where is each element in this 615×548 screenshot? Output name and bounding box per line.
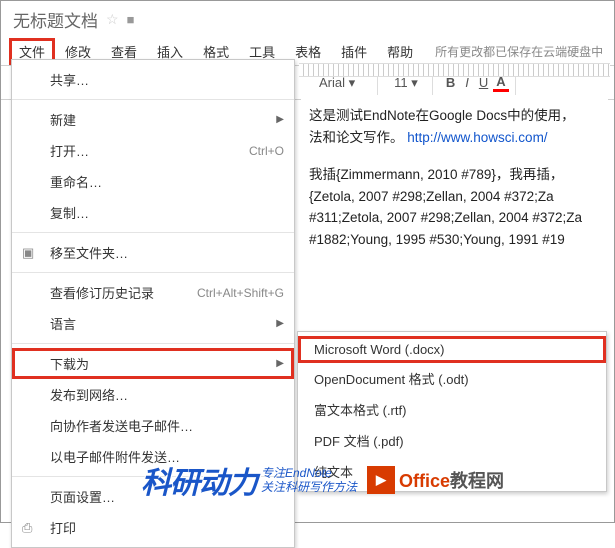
submenu-rtf[interactable]: 富文本格式 (.rtf) [298,394,606,425]
text: 法和论文写作。 [309,130,404,145]
menu-publish[interactable]: 发布到网络… [12,379,294,410]
menu-moveto[interactable]: ▣移至文件夹… [12,237,294,268]
watermark-main: 科研动力 [141,458,257,502]
titlebar: 无标题文档 ☆ ■ [1,1,614,38]
menu-makecopy[interactable]: 复制… [12,197,294,228]
watermark-sub2: 关注科研写作方法 [261,480,357,494]
watermark: 科研动力 专注EndNote 关注科研写作方法 ▶ Office教程网 [141,458,604,502]
office-logo: ▶ Office教程网 [367,466,504,494]
menu-print[interactable]: ⎙打印 [12,512,294,543]
menu-addons[interactable]: 插件 [331,38,377,65]
chevron-right-icon: ▶ [276,358,284,369]
separator [12,232,294,233]
menu-rename[interactable]: 重命名… [12,166,294,197]
print-icon: ⎙ [22,520,32,536]
menu-help[interactable]: 帮助 [377,38,423,65]
menu-downloadas[interactable]: 下载为▶ [12,348,294,379]
watermark-sub1: 专注EndNote [261,466,357,480]
submenu-docx[interactable]: Microsoft Word (.docx) [298,336,606,363]
office-icon: ▶ [367,466,395,494]
menu-revision[interactable]: 查看修订历史记录Ctrl+Alt+Shift+G [12,277,294,308]
star-icon[interactable]: ☆ [106,11,119,28]
folder-icon: ▣ [22,245,34,261]
separator [12,99,294,100]
save-status: 所有更改都已保存在云端硬盘中 [435,43,603,60]
separator [12,343,294,344]
text: 我插{Zimmermann, 2010 #789}，我再插，{Zetola, 2… [309,164,600,250]
folder-icon[interactable]: ■ [127,12,135,27]
chevron-right-icon: ▶ [276,114,284,125]
menu-email-collab[interactable]: 向协作者发送电子邮件… [12,410,294,441]
separator [12,272,294,273]
menu-new[interactable]: 新建▶ [12,104,294,135]
document-title[interactable]: 无标题文档 [13,7,98,32]
text: 这是测试EndNote在Google Docs中的使用， [309,108,575,123]
submenu-pdf[interactable]: PDF 文档 (.pdf) [298,425,606,456]
chevron-right-icon: ▶ [276,318,284,329]
link[interactable]: http://www.howsci.com/ [407,130,547,145]
menu-open[interactable]: 打开…Ctrl+O [12,135,294,166]
ruler [299,63,610,77]
document-content[interactable]: 这是测试EndNote在Google Docs中的使用， 法和论文写作。 htt… [301,95,608,277]
menu-share[interactable]: 共享… [12,64,294,95]
menu-language[interactable]: 语言▶ [12,308,294,339]
submenu-odt[interactable]: OpenDocument 格式 (.odt) [298,363,606,394]
